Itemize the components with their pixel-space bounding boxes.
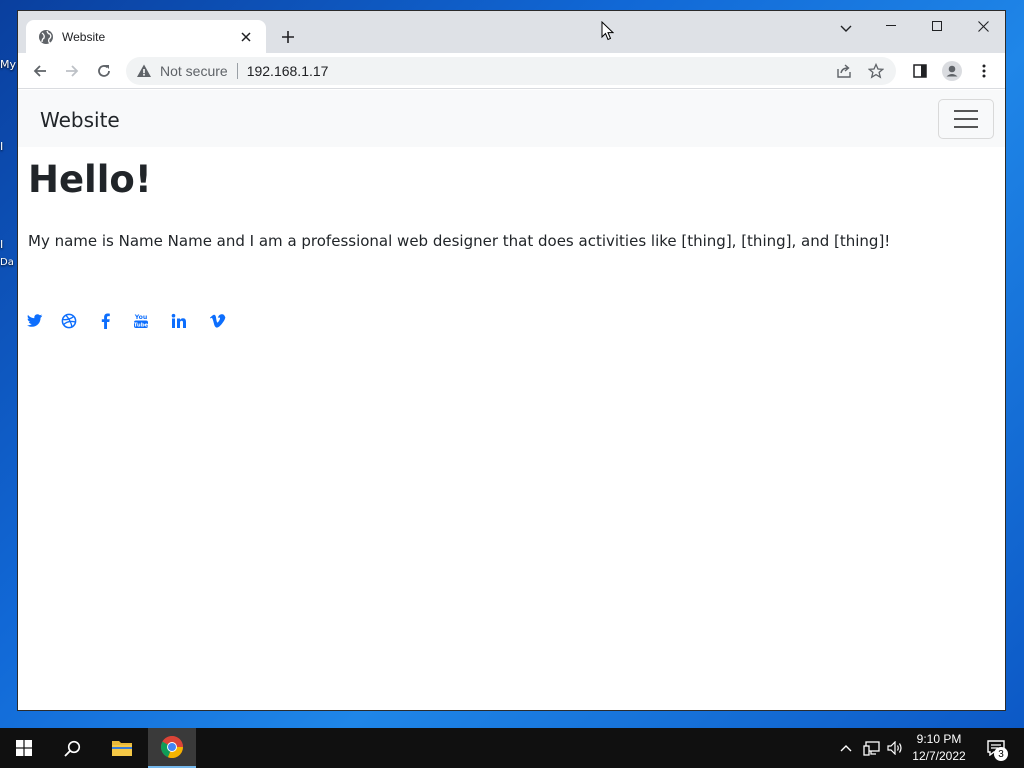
warning-icon[interactable] [136, 63, 152, 79]
windows-logo-icon [16, 740, 32, 756]
svg-text:You: You [134, 314, 148, 321]
start-button[interactable] [0, 728, 48, 768]
side-panel-icon[interactable] [906, 57, 934, 85]
svg-text:Tube: Tube [134, 322, 149, 328]
network-icon[interactable] [860, 728, 882, 768]
url-text[interactable]: 192.168.1.17 [247, 63, 329, 79]
search-icon [63, 740, 80, 757]
bookmark-star-icon[interactable] [864, 59, 888, 83]
globe-icon [38, 29, 54, 45]
back-button[interactable] [26, 57, 54, 85]
reload-button[interactable] [90, 57, 118, 85]
folder-icon [112, 741, 132, 756]
navbar: Website [18, 90, 1005, 147]
taskbar: 9:10 PM 12/7/2022 3 [0, 728, 1024, 768]
tab-strip: Website [18, 11, 1005, 53]
tab-close-icon[interactable] [236, 27, 256, 47]
desktop-icon-label[interactable]: Da [0, 257, 14, 268]
new-tab-button[interactable] [276, 25, 300, 49]
system-clock[interactable]: 9:10 PM 12/7/2022 [906, 731, 972, 765]
tab-title: Website [62, 29, 106, 44]
facebook-icon[interactable] [95, 311, 115, 331]
address-bar[interactable]: Not secure 192.168.1.17 [126, 57, 896, 85]
dribbble-icon[interactable] [59, 311, 79, 331]
twitter-icon[interactable] [25, 311, 45, 331]
search-button[interactable] [48, 728, 96, 768]
clock-time: 9:10 PM [916, 732, 962, 746]
notification-count-badge: 3 [994, 747, 1008, 761]
security-label[interactable]: Not secure [160, 63, 228, 79]
volume-icon[interactable] [884, 728, 906, 768]
maximize-icon[interactable] [914, 11, 960, 41]
browser-tab[interactable]: Website [26, 20, 266, 53]
desktop-icon-label[interactable]: My [0, 58, 16, 71]
intro-text: My name is Name Name and I am a professi… [28, 232, 891, 250]
chrome-icon [160, 736, 184, 759]
browser-toolbar: Not secure 192.168.1.17 [18, 53, 1005, 89]
profile-avatar[interactable] [938, 57, 966, 85]
tab-search-icon[interactable] [834, 17, 858, 41]
chevron-up-icon[interactable] [836, 728, 856, 768]
menu-icon[interactable] [970, 57, 998, 85]
minimize-icon[interactable] [868, 11, 914, 41]
desktop-icon-label[interactable]: I [0, 140, 3, 153]
divider [236, 63, 238, 79]
file-explorer-button[interactable] [98, 728, 146, 768]
close-icon[interactable] [960, 11, 1005, 41]
desktop-icon-label[interactable]: I [0, 238, 3, 251]
page-title: Hello! [28, 158, 152, 201]
youtube-icon[interactable]: You Tube [131, 311, 151, 331]
mouse-cursor-icon [601, 21, 614, 41]
vimeo-icon[interactable] [208, 311, 228, 331]
chrome-taskbar-button[interactable] [148, 728, 196, 768]
navbar-toggler-button[interactable] [938, 99, 994, 139]
navbar-brand[interactable]: Website [40, 108, 120, 132]
clock-date: 12/7/2022 [912, 749, 966, 763]
linkedin-icon[interactable] [169, 311, 189, 331]
share-icon[interactable] [832, 59, 856, 83]
web-page: Website Hello! My name is Name Name and … [18, 90, 1005, 710]
browser-window: Website Not secure 192.168.1.17 Website … [17, 10, 1006, 711]
hamburger-icon [954, 110, 978, 128]
forward-button[interactable] [58, 57, 86, 85]
